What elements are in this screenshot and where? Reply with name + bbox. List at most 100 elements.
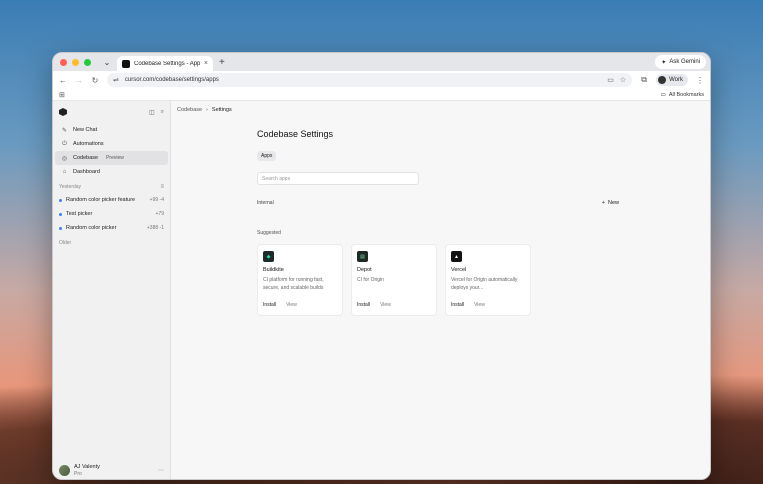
all-bookmarks-button[interactable]: ▭ All Bookmarks [661, 92, 704, 98]
view-button[interactable]: View [380, 302, 391, 308]
section-label: Older [59, 240, 72, 246]
sidebar-item-dashboard[interactable]: ⌂ Dashboard [55, 165, 168, 179]
user-profile[interactable]: AJ Valenty Pro ⋯ [59, 464, 164, 477]
user-name: AJ Valenty [74, 464, 100, 471]
new-tab-button[interactable]: + [219, 57, 225, 68]
install-button[interactable]: Install [263, 302, 276, 308]
url-text: cursor.com/codebase/settings/apps [124, 77, 219, 83]
folder-icon: ▭ [660, 91, 666, 98]
page-title: Codebase Settings [257, 129, 334, 139]
close-window-button[interactable] [60, 58, 67, 66]
settings-panel: Codebase Settings Apps Search apps Inter… [257, 129, 619, 316]
cast-icon[interactable]: ▭ [607, 76, 614, 84]
tab-codebase-settings[interactable]: Codebase Settings - Apps | C... × [117, 56, 213, 71]
app-description: Vercel for Origin automatically deploys … [451, 277, 518, 291]
chat-item[interactable]: Random color picker feature +99 -4 [53, 193, 170, 207]
new-app-button[interactable]: + New [602, 200, 619, 206]
window-controls [60, 58, 91, 66]
chat-diff-stat: +388 -1 [146, 225, 164, 231]
address-bar[interactable]: ⇌ cursor.com/codebase/settings/apps ▭ ☆ [107, 73, 633, 87]
chat-item[interactable]: Random color picker +388 -1 [53, 221, 170, 235]
section-older: Older [53, 237, 170, 249]
section-yesterday: Yesterday ≡ [53, 181, 170, 193]
profile-avatar [658, 76, 667, 84]
codebase-icon: ◎ [61, 155, 68, 162]
bookmark-star-icon[interactable]: ☆ [620, 76, 626, 84]
app-card-vercel: ▲ Vercel Vercel for Origin automatically… [445, 244, 531, 316]
chat-title: Test picker [66, 211, 93, 217]
sidebar-item-label: Automations [73, 141, 104, 147]
close-tab-icon[interactable]: × [204, 60, 208, 67]
suggested-label: Suggested [257, 230, 281, 236]
breadcrumb-codebase[interactable]: Codebase [177, 107, 202, 113]
app-card-buildkite: ◆ Buildkite CI platform for running fast… [257, 244, 343, 316]
breadcrumb-settings: Settings [211, 107, 232, 113]
minimize-window-button[interactable] [72, 58, 79, 66]
sidebar-item-label: Codebase [73, 155, 99, 161]
reload-icon[interactable]: ↻ [91, 76, 99, 85]
more-options-icon[interactable]: ⋯ [158, 467, 164, 474]
tab-search-chevron-icon[interactable]: ⌄ [101, 58, 113, 67]
sidebar-item-label: New Chat [73, 127, 98, 133]
menu-kebab-icon[interactable]: ⋮ [696, 76, 704, 85]
browser-window: ⌄ Codebase Settings - Apps | C... × + ✦ … [52, 52, 711, 480]
app-card-depot: ▤ Depot CI for Origin Install View [351, 244, 437, 316]
sidebar-header: ◫ ⌕ [53, 105, 170, 119]
compose-icon: ✎ [61, 127, 68, 134]
install-button[interactable]: Install [451, 302, 464, 308]
buildkite-logo-icon: ◆ [263, 251, 274, 262]
app-cards: ◆ Buildkite CI platform for running fast… [257, 244, 619, 316]
cursor-logo-icon[interactable] [59, 108, 67, 116]
toggle-sidebar-icon[interactable]: ◫ [149, 109, 155, 116]
install-button[interactable]: Install [357, 302, 370, 308]
all-bookmarks-label: All Bookmarks [668, 91, 704, 98]
search-input[interactable]: Search apps [257, 172, 419, 185]
section-label: Yesterday [59, 184, 82, 190]
app-body: ◫ ⌕ ✎ New Chat ⏻ Automations ◎ Codebase … [53, 101, 710, 479]
sidebar-item-automations[interactable]: ⏻ Automations [55, 137, 168, 151]
profile-button[interactable]: Work [656, 74, 688, 86]
depot-logo-icon: ▤ [357, 251, 368, 262]
chat-diff-stat: +99 -4 [149, 197, 164, 203]
internal-row: Internal + New [257, 200, 619, 206]
maximize-window-button[interactable] [84, 58, 91, 66]
ask-gemini-button[interactable]: ✦ Ask Gemini [655, 55, 706, 69]
chat-title: Random color picker feature [66, 197, 136, 203]
chat-item[interactable]: Test picker +79 [53, 207, 170, 221]
site-info-icon[interactable]: ⇌ [113, 76, 119, 84]
sidebar-item-new-chat[interactable]: ✎ New Chat [55, 123, 168, 137]
status-dot [59, 226, 62, 230]
tab-apps[interactable]: Apps [257, 151, 277, 161]
breadcrumb: Codebase › Settings [177, 107, 232, 113]
plus-icon: + [601, 200, 605, 206]
avatar [59, 465, 70, 477]
sidebar-item-codebase[interactable]: ◎ Codebase Preview [55, 151, 168, 165]
status-dot [59, 198, 62, 202]
sidebar: ◫ ⌕ ✎ New Chat ⏻ Automations ◎ Codebase … [53, 101, 171, 479]
filter-icon[interactable]: ≡ [160, 184, 164, 190]
extensions-icon[interactable]: ⧉ [640, 75, 648, 85]
sidebar-item-label: Dashboard [73, 169, 100, 175]
automation-icon: ⏻ [62, 140, 67, 147]
cursor-favicon-icon [122, 59, 130, 68]
tab-strip: ⌄ Codebase Settings - Apps | C... × + ✦ … [53, 53, 710, 71]
app-description: CI platform for running fast, secure, an… [263, 277, 324, 291]
view-button[interactable]: View [474, 302, 485, 308]
search-icon[interactable]: ⌕ [161, 109, 164, 116]
back-icon[interactable]: ← [59, 76, 67, 85]
chat-diff-stat: +79 [155, 211, 164, 217]
home-icon: ⌂ [62, 169, 67, 175]
new-label: New [607, 200, 619, 206]
status-dot [59, 212, 62, 216]
apps-grid-icon[interactable]: ⊞ [59, 91, 65, 99]
breadcrumb-separator-icon: › [206, 107, 208, 113]
gemini-sparkle-icon: ✦ [661, 59, 667, 66]
forward-icon[interactable]: → [75, 76, 83, 85]
app-name: Vercel [451, 267, 467, 273]
app-name: Depot [357, 267, 372, 273]
app-name: Buildkite [263, 267, 284, 273]
view-button[interactable]: View [286, 302, 297, 308]
chat-title: Random color picker [66, 225, 117, 231]
user-plan: Pro [74, 471, 82, 477]
preview-badge: Preview [103, 155, 127, 161]
